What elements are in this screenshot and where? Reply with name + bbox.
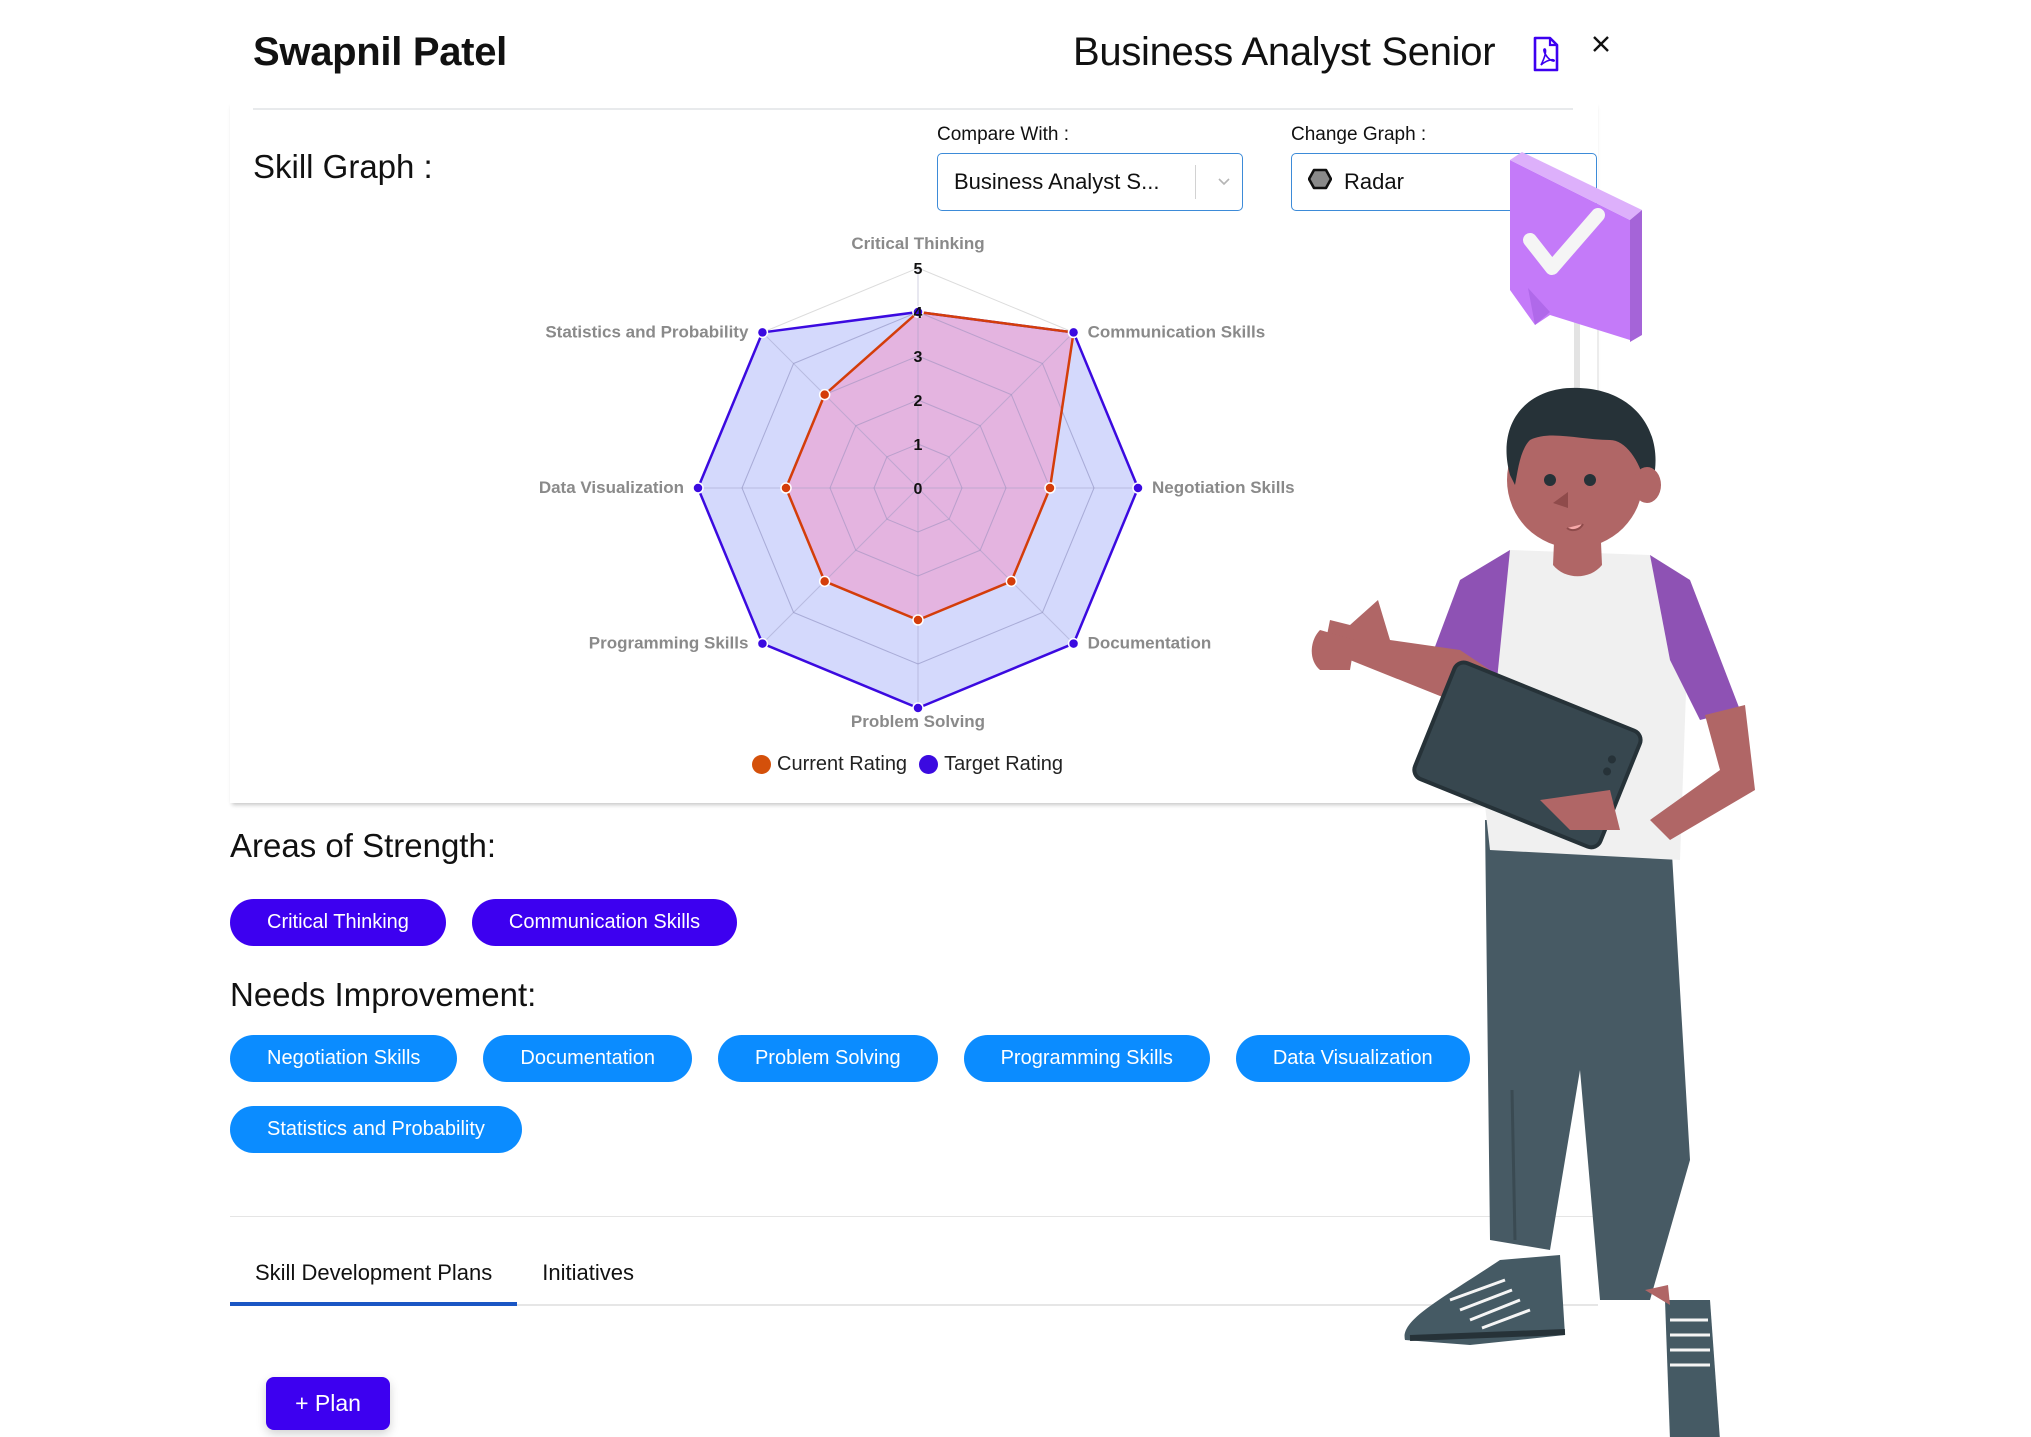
category-label: Communication Skills — [1088, 322, 1266, 341]
card-edge — [1597, 213, 1599, 803]
improvement-chip[interactable]: Statistics and Probability — [230, 1106, 522, 1153]
close-icon[interactable] — [1585, 28, 1617, 60]
data-point-target — [1067, 326, 1080, 339]
chart-legend: Current Rating Target Rating — [752, 753, 1063, 776]
data-point-target — [756, 326, 769, 339]
section-divider — [230, 1216, 1598, 1217]
r-tick-label: 3 — [914, 349, 923, 366]
legend-dot-target — [919, 755, 939, 774]
radar-chart: 0 1 2 3 4 5 Critical Thinking Communication Ski… — [539, 234, 1295, 731]
compare-with-label: Compare With : — [937, 124, 1069, 145]
r-tick-label: 2 — [914, 393, 923, 410]
select-separator — [1195, 165, 1196, 199]
pdf-file-icon[interactable] — [1532, 36, 1560, 72]
change-graph-label: Change Graph : — [1291, 124, 1427, 145]
legend-item-target[interactable]: Target Rating — [919, 753, 1063, 776]
improvement-chip[interactable]: Negotiation Skills — [230, 1035, 458, 1082]
tab-skill-development-plans[interactable]: Skill Development Plans — [230, 1250, 518, 1306]
data-point-target — [1067, 637, 1080, 650]
data-point-current — [818, 388, 831, 401]
areas-of-strength-title: Areas of Strength: — [230, 827, 496, 864]
category-label: Critical Thinking — [851, 234, 984, 253]
r-tick-label: 0 — [914, 481, 923, 498]
data-point-current — [818, 575, 831, 588]
hexagon-radar-icon — [1307, 168, 1333, 196]
chevron-down-icon[interactable] — [1206, 177, 1242, 187]
category-label: Documentation — [1088, 634, 1212, 653]
data-point-current — [1044, 482, 1056, 494]
r-tick-label: 1 — [914, 437, 923, 454]
r-tick-label: 4 — [914, 305, 923, 322]
category-label: Negotiation Skills — [1152, 478, 1295, 497]
strength-chips: Critical Thinking Communication Skills — [230, 899, 1530, 946]
needs-improvement-title: Needs Improvement: — [230, 976, 537, 1013]
legend-label-current: Current Rating — [777, 753, 908, 775]
category-label: Data Visualization — [539, 478, 684, 497]
legend-label-target: Target Rating — [944, 753, 1064, 775]
improvement-chip[interactable]: Documentation — [483, 1035, 692, 1082]
data-point-current — [780, 482, 792, 494]
header-divider — [253, 108, 1573, 110]
improvement-chip[interactable]: Programming Skills — [963, 1035, 1210, 1082]
improvement-chip[interactable]: Data Visualization — [1235, 1035, 1470, 1082]
data-point-target — [692, 482, 704, 494]
data-point-current — [1005, 575, 1018, 588]
compare-with-value: Business Analyst S... — [954, 169, 1160, 194]
data-point-target — [1132, 482, 1144, 494]
category-label: Programming Skills — [589, 634, 749, 653]
strength-chip[interactable]: Communication Skills — [471, 899, 738, 946]
data-point-current — [912, 614, 924, 626]
r-tick-label: 5 — [914, 261, 923, 278]
improvement-chip[interactable]: Problem Solving — [717, 1035, 938, 1082]
data-point-target — [756, 637, 769, 650]
change-graph-value: Radar — [1344, 169, 1404, 194]
skill-graph-title: Skill Graph : — [253, 148, 433, 185]
improvement-chips: Negotiation Skills Documentation Problem… — [230, 1035, 1520, 1153]
compare-with-select[interactable]: Business Analyst S... — [937, 153, 1243, 211]
plan-tabs: Skill Development Plans Initiatives — [230, 1250, 1598, 1306]
category-label: Statistics and Probability — [545, 322, 749, 341]
role-title: Business Analyst Senior — [1073, 30, 1496, 74]
employee-name: Swapnil Patel — [253, 30, 507, 74]
tab-initiatives[interactable]: Initiatives — [517, 1250, 659, 1302]
strength-chip[interactable]: Critical Thinking — [230, 899, 446, 946]
legend-item-current[interactable]: Current Rating — [752, 753, 907, 776]
change-graph-select[interactable]: Radar — [1291, 153, 1597, 211]
category-label: Problem Solving — [851, 712, 985, 731]
add-plan-button[interactable]: + Plan — [266, 1377, 390, 1430]
legend-dot-current — [752, 755, 771, 774]
